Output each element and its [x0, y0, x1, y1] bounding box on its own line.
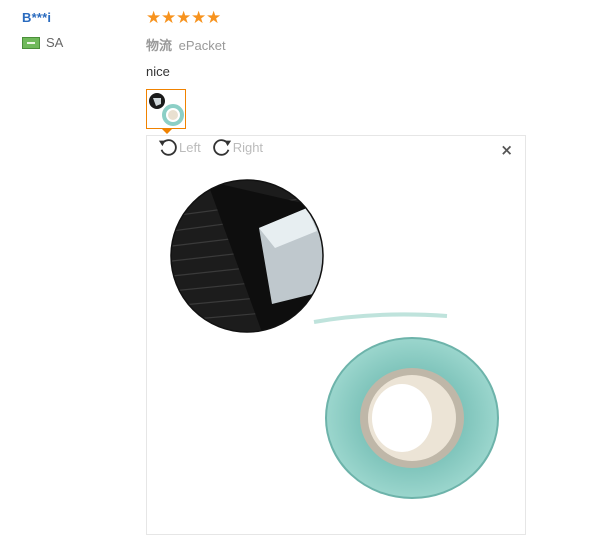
star-icon: ★ — [176, 8, 192, 28]
review-content: ★ ★ ★ ★ ★ 物流 ePacket nice — [146, 9, 546, 134]
review-comment: nice — [146, 64, 170, 79]
reviewer-country: SA — [22, 35, 132, 50]
country-flag-icon — [22, 36, 40, 49]
star-icon: ★ — [191, 8, 207, 28]
rotate-right-button[interactable]: Right — [211, 136, 263, 158]
reviewer-info: B***i SA — [22, 10, 132, 50]
rotate-right-icon — [212, 139, 231, 156]
star-rating: ★ ★ ★ ★ ★ — [146, 9, 546, 27]
thumbnail-image — [149, 93, 184, 126]
rotate-right-label: Right — [232, 139, 264, 155]
rotate-left-button[interactable]: Left — [157, 136, 201, 158]
star-icon: ★ — [146, 8, 162, 28]
photo-thumbnail-wrapper[interactable] — [146, 89, 188, 134]
country-code: SA — [46, 35, 64, 50]
logistics-label: 物流 — [146, 38, 173, 53]
logistics-info: 物流 ePacket — [146, 35, 546, 54]
image-viewer: Left Right × — [146, 135, 526, 535]
rotate-left-icon — [158, 139, 177, 156]
review-photo — [170, 179, 499, 499]
close-viewer-button[interactable]: × — [500, 141, 513, 159]
logistics-value: ePacket — [178, 38, 226, 53]
rotate-controls: Left Right — [157, 136, 263, 158]
thumbnail-pointer — [162, 129, 172, 134]
star-icon: ★ — [206, 8, 222, 28]
star-icon: ★ — [161, 8, 177, 28]
rotate-left-label: Left — [179, 139, 201, 155]
photo-thumbnail[interactable] — [146, 89, 186, 129]
reviewer-name: B***i — [22, 10, 52, 25]
